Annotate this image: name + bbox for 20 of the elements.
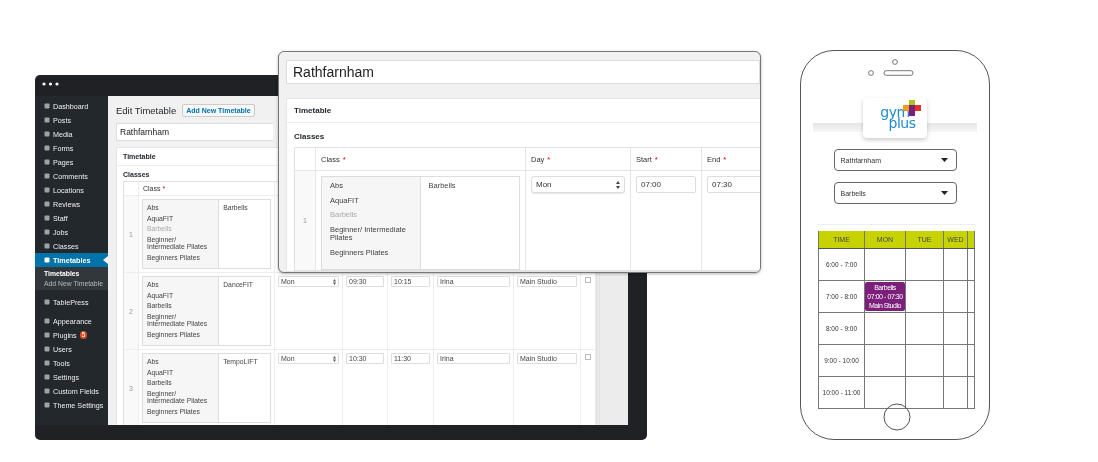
stepper-icon bbox=[333, 355, 336, 362]
checkbox[interactable] bbox=[585, 277, 591, 283]
field-label: Classes bbox=[293, 131, 326, 143]
metabox-title: Timetable bbox=[287, 99, 760, 123]
day-select[interactable]: Mon bbox=[531, 176, 625, 193]
dropdown-caret-icon bbox=[940, 191, 948, 195]
title-field[interactable]: Rathfarnham bbox=[286, 60, 760, 84]
camera-icon bbox=[892, 59, 898, 65]
dropdown-caret-icon bbox=[940, 158, 948, 162]
speaker-icon bbox=[867, 70, 915, 76]
stepper-icon bbox=[616, 180, 620, 189]
text-field[interactable]: 07:30 bbox=[707, 176, 760, 193]
stepper-icon bbox=[333, 278, 336, 285]
checkbox[interactable] bbox=[585, 354, 591, 360]
logo-text: plus bbox=[888, 118, 916, 129]
home-button-icon bbox=[883, 403, 911, 431]
title-field[interactable]: Rathfarnham bbox=[116, 123, 273, 141]
page-heading: Edit Timetable bbox=[116, 105, 177, 116]
window-dots-icon bbox=[42, 82, 59, 86]
text-field[interactable]: 07:00 bbox=[636, 176, 696, 193]
